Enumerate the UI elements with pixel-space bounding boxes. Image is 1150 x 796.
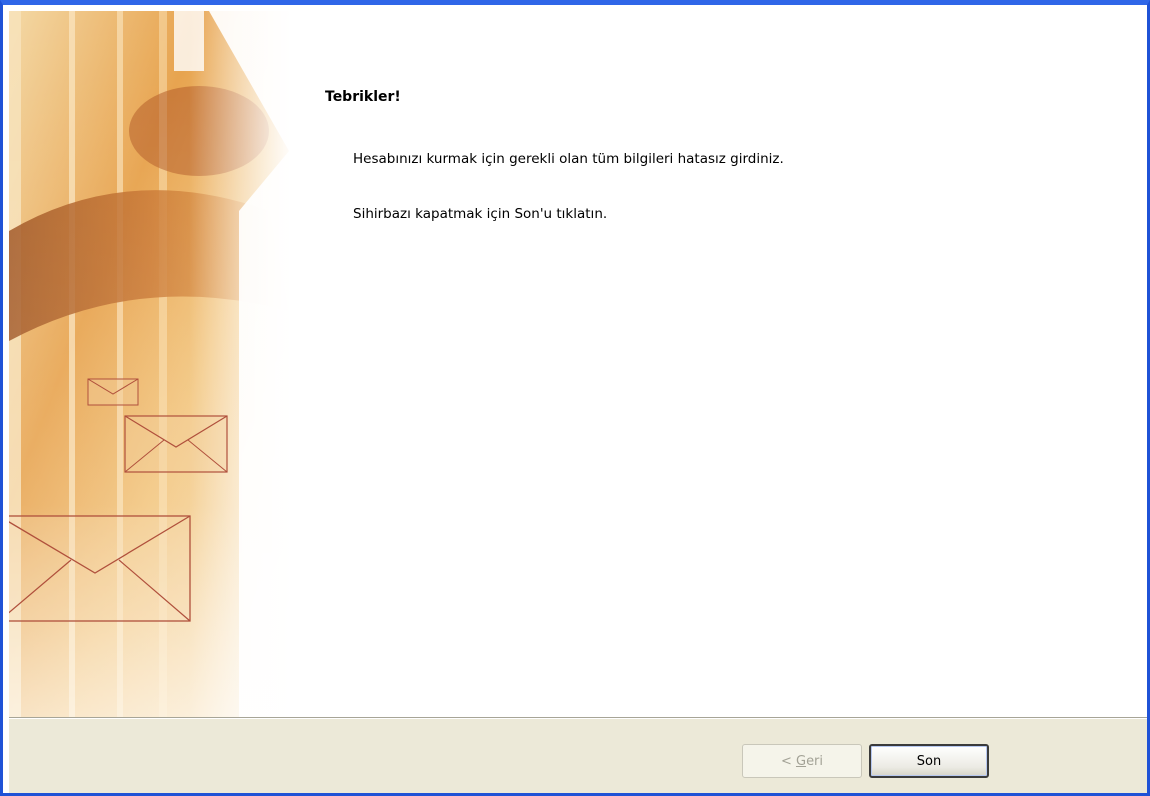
- back-button[interactable]: < Geri: [742, 744, 862, 778]
- finish-button[interactable]: Son: [869, 744, 989, 778]
- completion-message: Hesabınızı kurmak için gerekli olan tüm …: [353, 151, 784, 167]
- envelope-icon: [87, 378, 139, 406]
- wizard-window: Tebrikler! Hesabınızı kurmak için gerekl…: [0, 0, 1150, 796]
- instruction-message: Sihirbazı kapatmak için Son'u tıklatın.: [353, 206, 608, 222]
- wizard-content: Tebrikler! Hesabınızı kurmak için gerekl…: [289, 11, 1147, 717]
- page-title: Tebrikler!: [325, 89, 401, 105]
- button-bar: < Geri Son: [9, 717, 1147, 793]
- envelope-icon: [9, 515, 191, 622]
- envelope-icon: [124, 415, 228, 473]
- back-button-rest: eri: [806, 753, 824, 769]
- back-button-prefix: <: [780, 753, 796, 769]
- back-button-mnemonic: G: [795, 753, 807, 769]
